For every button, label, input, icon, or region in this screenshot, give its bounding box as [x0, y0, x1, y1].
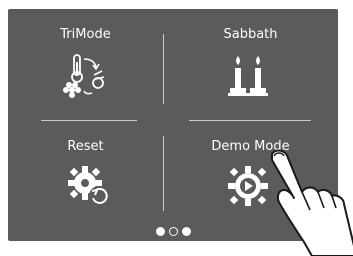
- trimode-icon: [63, 54, 105, 98]
- sabbath-label: Sabbath: [223, 27, 278, 42]
- candles-icon: [228, 56, 268, 96]
- page-dot-2[interactable]: [168, 227, 178, 236]
- pointing-hand-illustration: [271, 149, 353, 256]
- reset-label: Reset: [67, 139, 104, 154]
- sabbath-tile[interactable]: Sabbath: [163, 9, 338, 119]
- page-dot-1[interactable]: [155, 227, 165, 236]
- trimode-tile[interactable]: TriMode: [8, 9, 163, 119]
- trimode-label: TriMode: [60, 27, 111, 42]
- page-dot-3[interactable]: [181, 227, 191, 236]
- reset-gear-icon: [68, 166, 109, 206]
- reset-tile[interactable]: Reset: [8, 121, 163, 231]
